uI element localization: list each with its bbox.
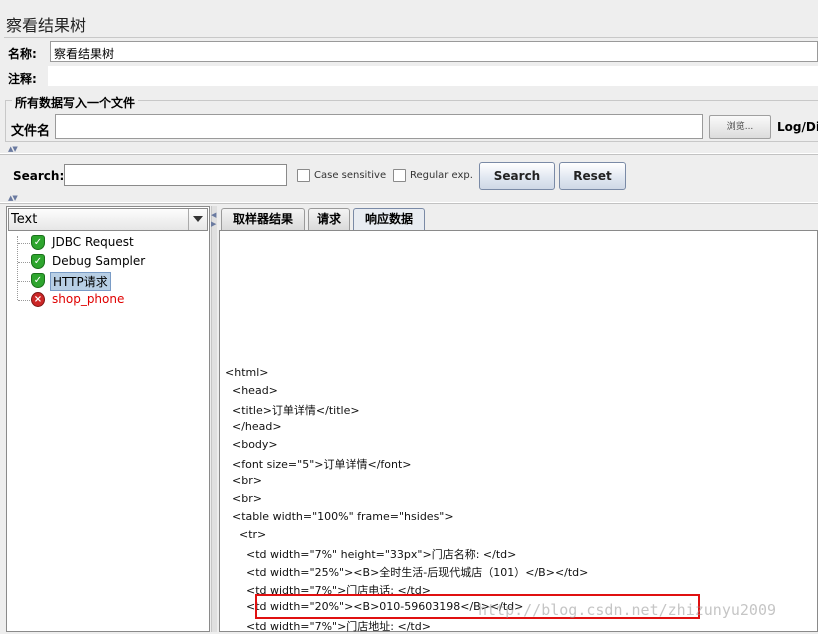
tree-item-label[interactable]: shop_phone (52, 292, 124, 306)
tree-item-label[interactable]: HTTP请求 (50, 272, 111, 291)
renderer-select-value[interactable]: Text (11, 212, 37, 227)
code-line: <br> (225, 492, 262, 505)
code-line: <html> (225, 366, 269, 379)
splitter[interactable] (0, 153, 818, 155)
case-sensitive-label[interactable]: Case sensitive (314, 170, 386, 181)
search-label: Search: (13, 169, 65, 183)
tree-connector (17, 236, 18, 300)
tree-connector (18, 243, 30, 244)
tree-item-label[interactable]: JDBC Request (52, 235, 134, 249)
name-field[interactable]: 察看结果树 (50, 41, 818, 62)
collapse-arrows-icon[interactable]: ▲▼ (8, 195, 18, 202)
renderer-select[interactable] (8, 208, 208, 231)
results-tree-pane (6, 206, 210, 632)
tab-request[interactable]: 请求 (308, 208, 350, 230)
pane-divider[interactable] (211, 206, 217, 632)
tree-connector (18, 262, 30, 263)
code-line: <font size="5">订单详情</font> (225, 458, 412, 471)
chevron-down-icon[interactable] (193, 216, 203, 222)
tab-sampler-result[interactable]: 取样器结果 (221, 208, 305, 230)
arrow-left-icon[interactable]: ◀ (211, 212, 216, 219)
collapse-arrows-icon[interactable]: ▲▼ (8, 146, 18, 153)
page-title: 察看结果树 (6, 16, 87, 35)
reset-button[interactable]: Reset (559, 162, 626, 190)
tree-item-label[interactable]: Debug Sampler (52, 254, 145, 268)
log-display-label[interactable]: Log/Dis (777, 120, 818, 134)
shield-check-icon: ✓ (31, 273, 45, 288)
code-line: <table width="100%" frame="hsides"> (225, 510, 454, 523)
tree-connector (18, 281, 30, 282)
code-line: <br> (225, 474, 262, 487)
case-sensitive-checkbox[interactable] (297, 169, 310, 182)
comment-label: 注释: (8, 72, 37, 86)
code-line: <td width="7%" height="33px">门店名称: </td> (225, 548, 517, 561)
filename-input[interactable] (55, 114, 703, 139)
tree-connector (18, 300, 30, 301)
comment-field[interactable] (48, 66, 818, 86)
splitter[interactable] (0, 202, 818, 204)
regular-exp-checkbox[interactable] (393, 169, 406, 182)
title-divider (4, 37, 818, 38)
search-input[interactable] (64, 164, 287, 186)
regular-exp-label[interactable]: Regular exp. (410, 170, 473, 181)
name-label: 名称: (8, 47, 37, 61)
code-line: <body> (225, 438, 278, 451)
filename-label: 文件名 (11, 124, 51, 139)
shield-error-icon: × (31, 292, 45, 307)
code-line: <tr> (225, 528, 267, 541)
code-line: <td width="25%"><B>全时生活-后现代城店（101）</B></… (225, 566, 589, 579)
browse-button[interactable]: 浏览... (709, 115, 771, 139)
shield-check-icon: ✓ (31, 254, 45, 269)
watermark: http://blog.csdn.net/zhizunyu2009 (478, 601, 777, 619)
code-line: <title>订单详情</title> (225, 404, 360, 417)
arrow-right-icon[interactable]: ▶ (211, 221, 216, 228)
shield-check-icon: ✓ (31, 235, 45, 250)
code-line: <head> (225, 384, 278, 397)
file-section-legend: 所有数据写入一个文件 (12, 94, 139, 111)
code-line: </head> (225, 420, 282, 433)
tab-response-data[interactable]: 响应数据 (353, 208, 425, 231)
search-button[interactable]: Search (479, 162, 555, 190)
